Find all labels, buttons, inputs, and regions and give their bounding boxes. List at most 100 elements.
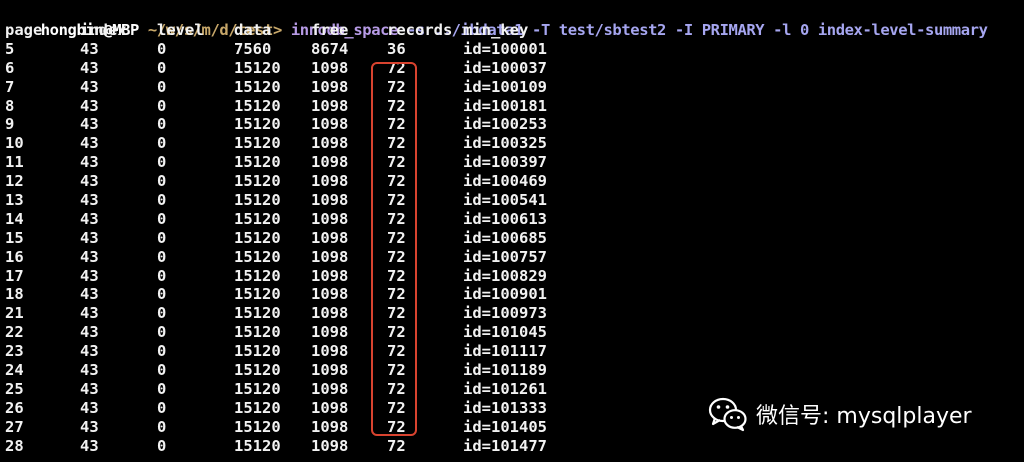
- cell-level: 0: [157, 342, 167, 361]
- cell-level: 0: [157, 77, 167, 96]
- table-row: 15 43 0 15120 1098 72 id=100685: [5, 229, 547, 248]
- cell-free: 1098: [311, 58, 349, 77]
- table-row: 28 43 0 15120 1098 72 id=101477: [5, 436, 547, 456]
- cell-min-key: id=101189: [463, 361, 547, 380]
- cell-index: 43: [80, 115, 99, 134]
- cell-data: 15120: [234, 115, 281, 134]
- cell-level: 0: [157, 417, 167, 436]
- cell-free: 1098: [311, 172, 349, 191]
- cell-free: 1098: [311, 361, 349, 380]
- command-prompt: hongbin@MBP ~/w/s/m/d/test> innodb_space…: [5, 2, 988, 39]
- header-index: index: [80, 21, 127, 39]
- cell-index: 43: [80, 398, 99, 417]
- cell-free: 1098: [311, 304, 349, 323]
- cell-page: 8: [5, 96, 15, 115]
- cell-data: 15120: [234, 134, 281, 153]
- cell-min-key: id=101477: [463, 436, 547, 455]
- table-row: 10 43 0 15120 1098 72 id=100325: [5, 134, 547, 153]
- cell-free: 1098: [311, 134, 349, 153]
- cell-free: 1098: [311, 266, 349, 285]
- table-row: 5 43 0 7560 8674 36 id=100001: [5, 39, 547, 59]
- cell-min-key: id=100469: [463, 172, 547, 191]
- cell-records: 72: [387, 436, 406, 455]
- header-free: free: [311, 21, 349, 39]
- cell-free: 1098: [311, 436, 349, 455]
- cell-level: 0: [157, 228, 167, 247]
- cell-data: 15120: [234, 379, 281, 398]
- cell-min-key: id=100973: [463, 304, 547, 323]
- cell-index: 43: [80, 304, 99, 323]
- table-row: 23 43 0 15120 1098 72 id=101117: [5, 342, 547, 361]
- terminal-window[interactable]: hongbin@MBP ~/w/s/m/d/test> innodb_space…: [0, 0, 1024, 462]
- cell-page: 22: [5, 323, 24, 342]
- cell-min-key: id=100685: [463, 228, 547, 247]
- cell-level: 0: [157, 58, 167, 77]
- cell-index: 43: [80, 342, 99, 361]
- cell-free: 1098: [311, 342, 349, 361]
- table-row: 25 43 0 15120 1098 72 id=101261: [5, 380, 547, 399]
- cell-index: 43: [80, 228, 99, 247]
- cell-min-key: id=100829: [463, 266, 547, 285]
- cell-min-key: id=100325: [463, 134, 547, 153]
- cell-min-key: id=100541: [463, 191, 547, 210]
- cell-free: 1098: [311, 247, 349, 266]
- table-row: 14 43 0 15120 1098 72 id=100613: [5, 210, 547, 229]
- cell-min-key: id=100109: [463, 77, 547, 96]
- cell-data: 7560: [234, 39, 272, 58]
- cell-free: 1098: [311, 228, 349, 247]
- cell-index: 43: [80, 209, 99, 228]
- cell-level: 0: [157, 398, 167, 417]
- table-row: 16 43 0 15120 1098 72 id=100757: [5, 248, 547, 267]
- cell-page: 24: [5, 361, 24, 380]
- table-row: 8 43 0 15120 1098 72 id=100181: [5, 96, 547, 116]
- cell-free: 1098: [311, 417, 349, 436]
- cell-data: 15120: [234, 191, 281, 210]
- cell-data: 15120: [234, 285, 281, 304]
- cell-min-key: id=101045: [463, 323, 547, 342]
- cell-min-key: id=100613: [463, 209, 547, 228]
- cell-level: 0: [157, 39, 167, 58]
- cell-page: 7: [5, 77, 15, 96]
- records-highlight-box: [371, 62, 417, 436]
- cell-level: 0: [157, 153, 167, 172]
- table-row: 6 43 0 15120 1098 72 id=100037: [5, 59, 547, 78]
- table-header-row: page index level data free records min_k…: [5, 21, 528, 40]
- cell-level: 0: [157, 436, 167, 455]
- cell-page: 17: [5, 266, 24, 285]
- table-row: 22 43 0 15120 1098 72 id=101045: [5, 323, 547, 342]
- cell-level: 0: [157, 191, 167, 210]
- cell-index: 43: [80, 134, 99, 153]
- cell-index: 43: [80, 39, 99, 58]
- cell-index: 43: [80, 436, 99, 455]
- cell-free: 1098: [311, 398, 349, 417]
- cell-data: 15120: [234, 209, 281, 228]
- cell-free: 1098: [311, 153, 349, 172]
- cell-index: 43: [80, 96, 99, 115]
- table-row: 18 43 0 15120 1098 72 id=100901: [5, 285, 547, 304]
- cell-page: 28: [5, 436, 24, 455]
- cell-data: 15120: [234, 228, 281, 247]
- cell-index: 43: [80, 266, 99, 285]
- cell-data: 15120: [234, 247, 281, 266]
- cell-index: 43: [80, 77, 99, 96]
- cell-index: 43: [80, 285, 99, 304]
- cell-min-key: id=100397: [463, 153, 547, 172]
- table-row: 13 43 0 15120 1098 72 id=100541: [5, 191, 547, 210]
- table-row: 12 43 0 15120 1098 72 id=100469: [5, 172, 547, 191]
- cell-min-key: id=100253: [463, 115, 547, 134]
- header-min-key: min_key: [463, 21, 529, 39]
- table-row: 24 43 0 15120 1098 72 id=101189: [5, 361, 547, 380]
- cell-data: 15120: [234, 172, 281, 191]
- cell-level: 0: [157, 115, 167, 134]
- cell-level: 0: [157, 266, 167, 285]
- cell-data: 15120: [234, 96, 281, 115]
- cell-level: 0: [157, 134, 167, 153]
- cell-index: 43: [80, 379, 99, 398]
- table-row: 11 43 0 15120 1098 72 id=100397: [5, 153, 547, 172]
- header-data: data: [234, 21, 272, 39]
- header-level: level: [157, 21, 204, 39]
- cell-page: 5: [5, 39, 15, 58]
- table-row: 26 43 0 15120 1098 72 id=101333: [5, 398, 547, 418]
- cell-page: 26: [5, 398, 24, 417]
- watermark-text: 微信号: mysqlplayer: [756, 404, 972, 429]
